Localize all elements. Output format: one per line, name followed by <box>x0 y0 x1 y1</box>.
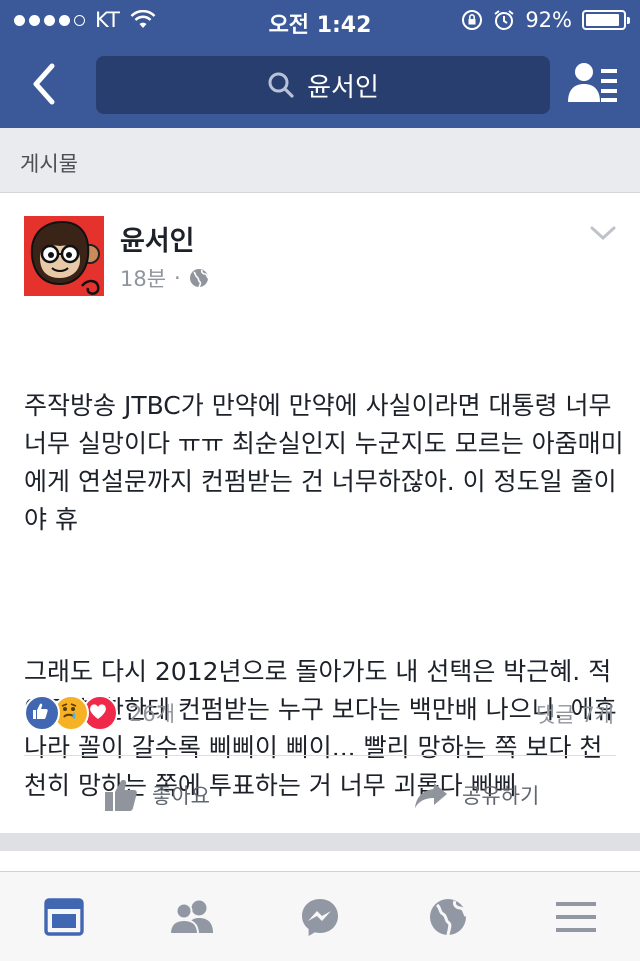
reaction-summary[interactable]: 26개 <box>24 695 175 731</box>
avatar[interactable] <box>24 216 104 296</box>
like-label: 좋아요 <box>152 783 210 808</box>
section-header: 게시물 <box>0 128 640 193</box>
friends-icon <box>169 900 213 935</box>
like-reaction-icon <box>24 695 60 731</box>
tab-more[interactable] <box>544 892 608 942</box>
reaction-count: 26개 <box>129 702 176 726</box>
share-arrow-icon <box>415 782 447 808</box>
orientation-lock-icon <box>462 10 483 30</box>
author-name[interactable]: 윤서인 <box>120 219 195 258</box>
chevron-left-icon <box>33 63 55 105</box>
monkey-avatar-icon <box>24 216 104 296</box>
post-paragraph: 주작방송 JTBC가 만약에 만약에 사실이라면 대통령 너무너무 실망이다 ㅠ… <box>24 391 624 534</box>
tab-bar <box>0 871 640 961</box>
search-bar[interactable]: 윤서인 <box>96 56 550 114</box>
post-time[interactable]: 18분 <box>120 263 166 293</box>
share-label: 공유하기 <box>462 783 540 808</box>
battery-icon <box>582 10 630 30</box>
globe-icon <box>189 269 209 288</box>
section-title: 게시물 <box>20 152 78 176</box>
thumbs-up-icon <box>105 779 137 811</box>
menu-icon <box>556 902 596 932</box>
comment-count[interactable]: 댓글 7개 <box>536 699 614 729</box>
friend-list-icon <box>568 63 617 102</box>
friend-list-button[interactable] <box>568 60 618 108</box>
post-options-button[interactable] <box>590 225 616 241</box>
status-right: 92% <box>461 8 630 32</box>
post-meta: 18분 · <box>120 263 209 293</box>
top-bar: KT 오전 1:42 92% 윤서인 <box>0 0 640 128</box>
chevron-down-icon <box>590 226 616 241</box>
next-post-card <box>0 851 640 871</box>
search-icon <box>268 72 294 98</box>
status-bar: KT 오전 1:42 92% <box>0 0 640 40</box>
news-feed-icon <box>44 898 84 936</box>
search-query: 윤서인 <box>307 72 379 103</box>
back-button[interactable] <box>22 58 70 110</box>
meta-separator: · <box>174 266 181 290</box>
battery-percent: 92% <box>525 8 572 32</box>
post-card: 윤서인 18분 · 주작방송 JTBC가 만약에 만약에 사실이라면 대통령 너… <box>0 193 640 833</box>
tab-notifications[interactable] <box>416 892 480 942</box>
tab-friend-requests[interactable] <box>160 892 224 942</box>
nav-bar: 윤서인 <box>0 40 640 128</box>
like-button[interactable]: 좋아요 <box>104 756 210 833</box>
tab-messenger[interactable] <box>288 892 352 942</box>
share-button[interactable]: 공유하기 <box>414 756 539 833</box>
post-actions: 좋아요 공유하기 <box>0 756 640 833</box>
tab-news-feed[interactable] <box>32 892 96 942</box>
messenger-icon <box>302 899 338 936</box>
alarm-icon <box>494 10 514 30</box>
globe-icon <box>430 899 468 936</box>
